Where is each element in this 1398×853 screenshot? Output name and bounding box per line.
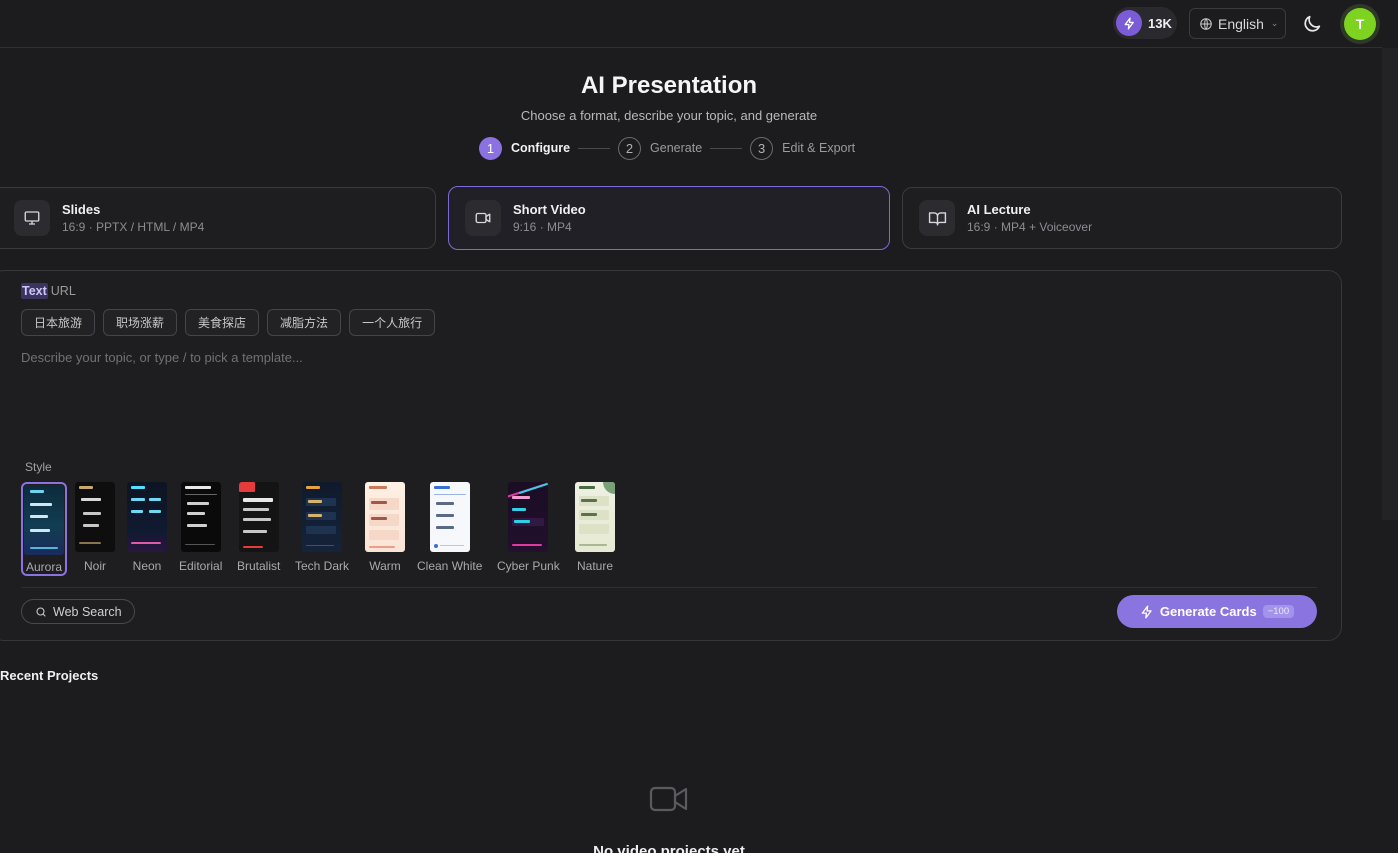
video-camera-icon bbox=[465, 200, 501, 236]
lightning-icon bbox=[1141, 605, 1152, 618]
credit-cost-badge: −100 bbox=[1262, 605, 1295, 618]
generate-label: Generate Cards bbox=[1159, 604, 1257, 619]
style-option-brutalist[interactable]: Brutalist bbox=[237, 482, 280, 573]
style-option-clean-white[interactable]: Clean White bbox=[417, 482, 482, 573]
style-label: Style bbox=[25, 460, 52, 474]
video-camera-icon bbox=[649, 786, 688, 812]
style-option-cyber-punk[interactable]: Cyber Punk bbox=[497, 482, 560, 573]
format-card-slides[interactable]: Slides 16:9 · PPTX / HTML / MP4 bbox=[0, 187, 436, 249]
avatar[interactable]: T bbox=[1340, 4, 1380, 44]
style-thumbnail bbox=[575, 482, 615, 552]
page-subtitle: Choose a format, describe your topic, an… bbox=[520, 108, 818, 123]
style-label: Aurora bbox=[25, 560, 63, 574]
step-3-label: Edit & Export bbox=[782, 141, 856, 155]
style-thumbnail bbox=[75, 482, 115, 552]
input-mode-tabs: Text URL bbox=[21, 283, 77, 299]
style-label: Nature bbox=[576, 559, 614, 573]
style-label: Noir bbox=[83, 559, 106, 573]
topic-chip[interactable]: 一个人旅行 bbox=[349, 309, 436, 336]
moon-icon[interactable] bbox=[1301, 13, 1323, 35]
style-label: Clean White bbox=[417, 559, 483, 573]
format-name: AI Lecture bbox=[967, 202, 1031, 217]
style-option-warm[interactable]: Warm bbox=[365, 482, 405, 573]
style-thumbnail bbox=[24, 485, 64, 555]
format-spec: 9:16 · MP4 bbox=[513, 220, 572, 234]
format-name: Short Video bbox=[513, 202, 586, 217]
tab-url[interactable]: URL bbox=[50, 283, 77, 299]
scrollbar-thumb[interactable] bbox=[1382, 48, 1398, 520]
divider bbox=[21, 587, 1317, 588]
language-label: English bbox=[1218, 15, 1264, 32]
step-1-number: 1 bbox=[479, 136, 502, 160]
topic-input[interactable] bbox=[21, 350, 1311, 446]
style-thumbnail bbox=[180, 482, 221, 552]
style-option-neon[interactable]: Neon bbox=[127, 482, 167, 573]
style-label: Cyber Punk bbox=[497, 559, 560, 573]
format-spec: 16:9 · PPTX / HTML / MP4 bbox=[62, 220, 205, 234]
format-card-short-video[interactable]: Short Video 9:16 · MP4 bbox=[448, 186, 890, 250]
step-connector bbox=[710, 147, 743, 149]
top-bar: 13K English ⌄ T bbox=[0, 0, 1382, 48]
style-thumbnail bbox=[508, 482, 549, 552]
style-option-nature[interactable]: Nature bbox=[575, 482, 615, 573]
step-indicator: 1 Configure 2 Generate 3 Edit & Export bbox=[479, 136, 855, 160]
monitor-icon bbox=[14, 200, 50, 236]
style-option-aurora[interactable]: Aurora bbox=[21, 482, 67, 576]
topic-chip[interactable]: 职场涨薪 bbox=[103, 309, 178, 336]
style-thumbnail bbox=[365, 482, 405, 552]
format-card-ai-lecture[interactable]: AI Lecture 16:9 · MP4 + Voiceover bbox=[902, 187, 1342, 249]
web-search-toggle[interactable]: Web Search bbox=[21, 599, 135, 624]
style-label: Brutalist bbox=[237, 559, 281, 573]
search-icon bbox=[36, 606, 46, 617]
style-thumbnail bbox=[127, 482, 167, 552]
topic-chips: 日本旅游 职场涨薪 美食探店 减脂方法 一个人旅行 bbox=[21, 309, 436, 336]
chevron-down-icon: ⌄ bbox=[1270, 18, 1279, 28]
step-2-number: 2 bbox=[618, 136, 642, 160]
credits-count: 13K bbox=[1148, 15, 1172, 31]
recent-projects-title: Recent Projects bbox=[0, 668, 99, 683]
scrollbar[interactable] bbox=[1382, 48, 1398, 853]
credits-badge[interactable]: 13K bbox=[1113, 7, 1177, 39]
format-name: Slides bbox=[62, 202, 101, 217]
step-1-label: Configure bbox=[511, 141, 571, 155]
step-3-number: 3 bbox=[750, 136, 774, 160]
style-label: Tech Dark bbox=[295, 559, 350, 573]
step-2-label: Generate bbox=[650, 141, 703, 155]
style-option-noir[interactable]: Noir bbox=[75, 482, 115, 573]
page-title: AI Presentation bbox=[580, 72, 758, 99]
generate-cards-button[interactable]: Generate Cards −100 bbox=[1117, 595, 1317, 628]
avatar-initial: T bbox=[1344, 8, 1376, 40]
style-option-editorial[interactable]: Editorial bbox=[179, 482, 222, 573]
topic-chip[interactable]: 减脂方法 bbox=[267, 309, 342, 336]
style-option-tech-dark[interactable]: Tech Dark bbox=[295, 482, 349, 573]
language-select[interactable]: English ⌄ bbox=[1189, 8, 1286, 39]
globe-icon bbox=[1200, 17, 1212, 30]
step-connector bbox=[578, 147, 611, 149]
style-thumbnail bbox=[302, 482, 343, 552]
style-thumbnail bbox=[429, 482, 470, 552]
style-thumbnail bbox=[238, 482, 279, 552]
style-label: Warm bbox=[369, 559, 401, 573]
format-spec: 16:9 · MP4 + Voiceover bbox=[967, 220, 1093, 234]
style-label: Neon bbox=[132, 559, 162, 573]
empty-state-text: No video projects yet bbox=[593, 843, 745, 853]
web-search-label: Web Search bbox=[53, 604, 122, 619]
book-open-icon bbox=[919, 200, 955, 236]
topic-chip[interactable]: 日本旅游 bbox=[21, 309, 96, 336]
topic-chip[interactable]: 美食探店 bbox=[185, 309, 260, 336]
style-label: Editorial bbox=[179, 559, 223, 573]
tab-text[interactable]: Text bbox=[21, 283, 48, 299]
lightning-icon bbox=[1116, 10, 1142, 36]
